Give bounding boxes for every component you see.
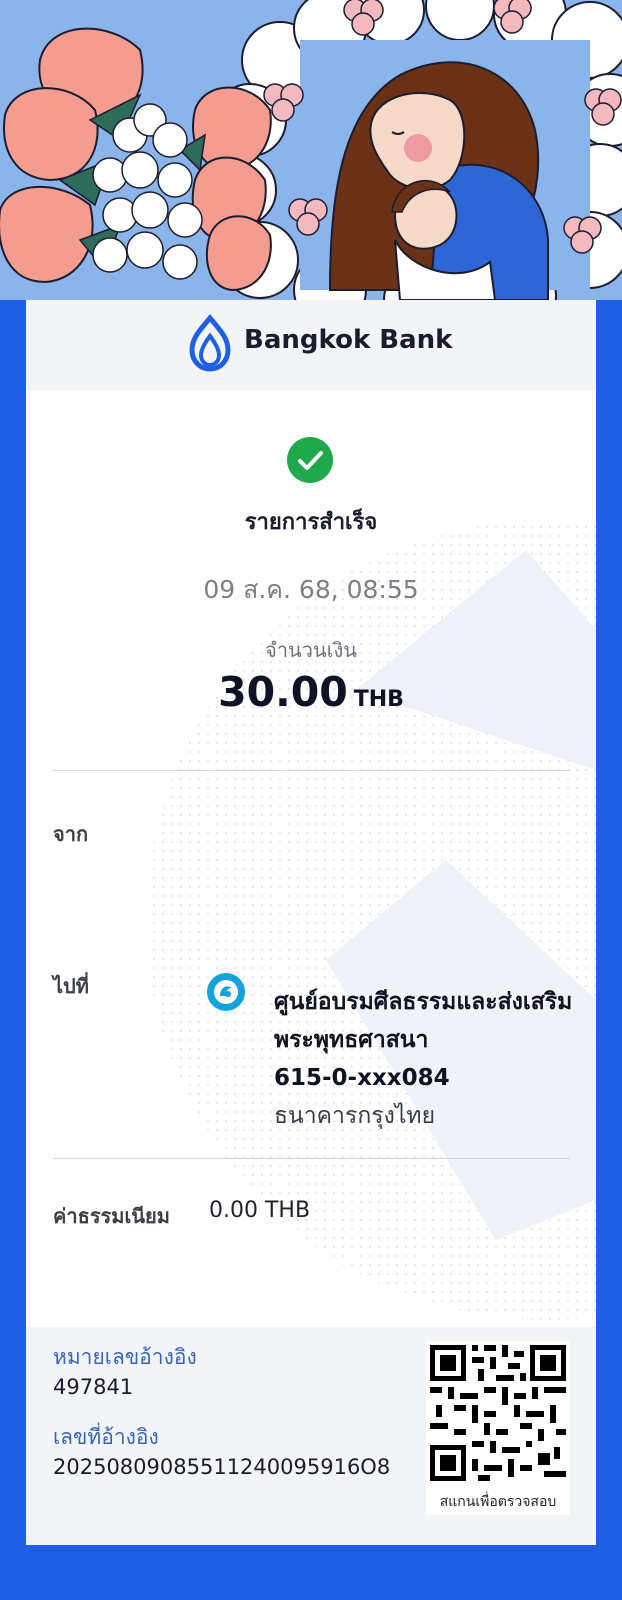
krungthai-bank-icon bbox=[207, 973, 245, 1011]
reference-number-value: 497841 bbox=[53, 1375, 134, 1399]
to-label: ไปที่ bbox=[53, 974, 89, 998]
divider bbox=[53, 770, 570, 771]
amount-value: 30.00 bbox=[218, 668, 348, 716]
qr-caption: สแกนเพื่อตรวจสอบ bbox=[439, 1494, 557, 1510]
reference-footer: หมายเลขอ้างอิง 497841 เลขที่อ้างอิง 2025… bbox=[26, 1327, 596, 1545]
bank-header: Bangkok Bank bbox=[26, 300, 596, 390]
recipient-name: ศูนย์อบรมศีลธรรมและส่งเสริมพระพุทธศาสนา bbox=[274, 989, 573, 1053]
reference-number-label: หมายเลขอ้างอิง bbox=[53, 1345, 197, 1369]
receipt-card: Bangkok Bank รายการสำเร็จ 09 ส.ค. 68, 08… bbox=[26, 300, 596, 1545]
bangkok-bank-logo-icon bbox=[189, 314, 231, 372]
amount-label: จำนวนเงิน bbox=[265, 638, 357, 662]
bank-name: Bangkok Bank bbox=[244, 325, 453, 355]
qr-code[interactable] bbox=[430, 1345, 566, 1481]
recipient-account: 615-0-xxx084 bbox=[274, 1065, 450, 1091]
divider bbox=[53, 1158, 570, 1159]
recipient-bank: ธนาคารกรุงไทย bbox=[274, 1103, 436, 1129]
check-circle-icon bbox=[287, 437, 333, 483]
recipient-details: ศูนย์อบรมศีลธรรมและส่งเสริมพระพุทธศาสนา … bbox=[274, 983, 574, 1135]
fee-value: 0.00 THB bbox=[209, 1198, 311, 1223]
amount: 30.00 THB bbox=[26, 668, 596, 716]
header-illustration bbox=[0, 0, 622, 300]
amount-currency: THB bbox=[353, 687, 404, 712]
qr-code-panel[interactable]: สแกนเพื่อตรวจสอบ bbox=[426, 1341, 570, 1515]
transaction-status: รายการสำเร็จ bbox=[244, 510, 378, 535]
mother-child-illustration bbox=[0, 0, 622, 300]
reference-id-label: เลขที่อ้างอิง bbox=[53, 1425, 159, 1449]
reference-id-value: 20250809085511240095916O8 bbox=[53, 1455, 391, 1479]
transaction-datetime: 09 ส.ค. 68, 08:55 bbox=[203, 575, 419, 604]
fee-label: ค่าธรรมเนียม bbox=[53, 1204, 170, 1228]
from-label: จาก bbox=[53, 822, 89, 846]
